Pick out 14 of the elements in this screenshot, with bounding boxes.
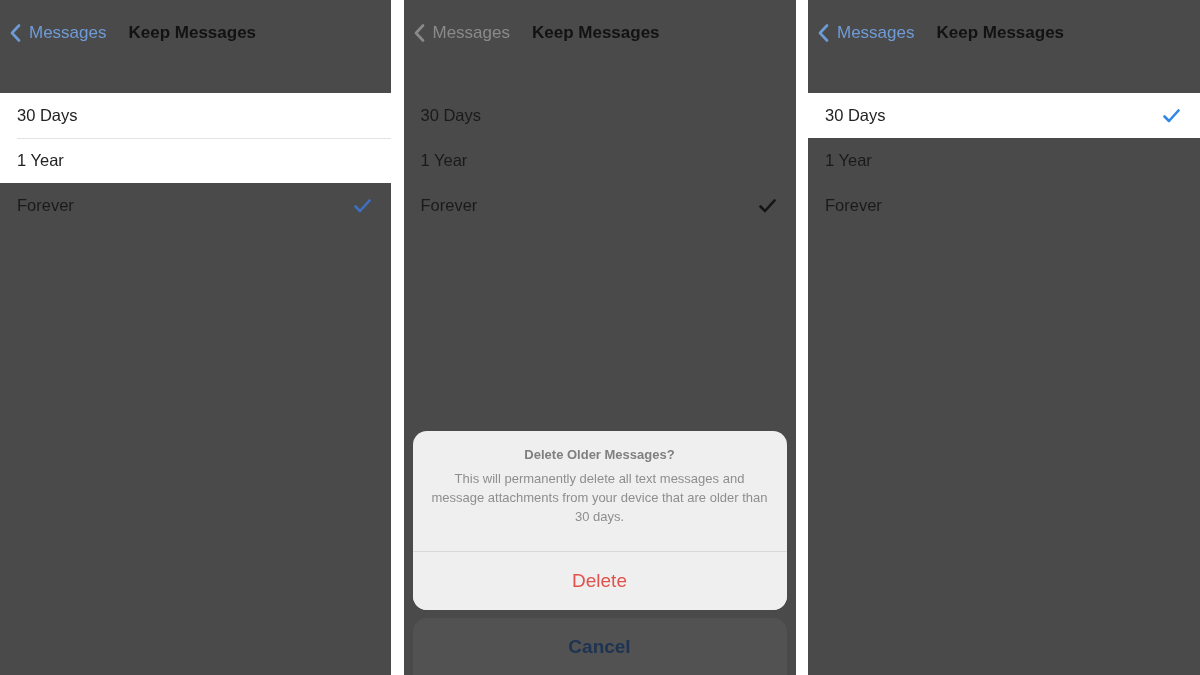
option-row[interactable]: 30 Days [808,93,1200,138]
nav-title: Keep Messages [532,23,660,43]
back-chevron-icon [818,24,829,42]
option-row[interactable]: 30 Days [0,93,391,138]
sheet-title: Delete Older Messages? [523,447,676,463]
option-row[interactable]: 1 Year [0,138,391,183]
nav-title: Keep Messages [936,23,1065,43]
back-button[interactable]: Messages [413,23,510,43]
back-button[interactable]: Messages [818,23,915,43]
back-chevron-icon [10,24,21,42]
back-button[interactable]: Messages [10,23,107,43]
sheet-message: This will permanently delete all text messages and message attachments from your device that are older than 30 days. [430,470,769,526]
nav-title: Keep Messages [128,23,257,43]
back-chevron-icon [413,24,425,42]
